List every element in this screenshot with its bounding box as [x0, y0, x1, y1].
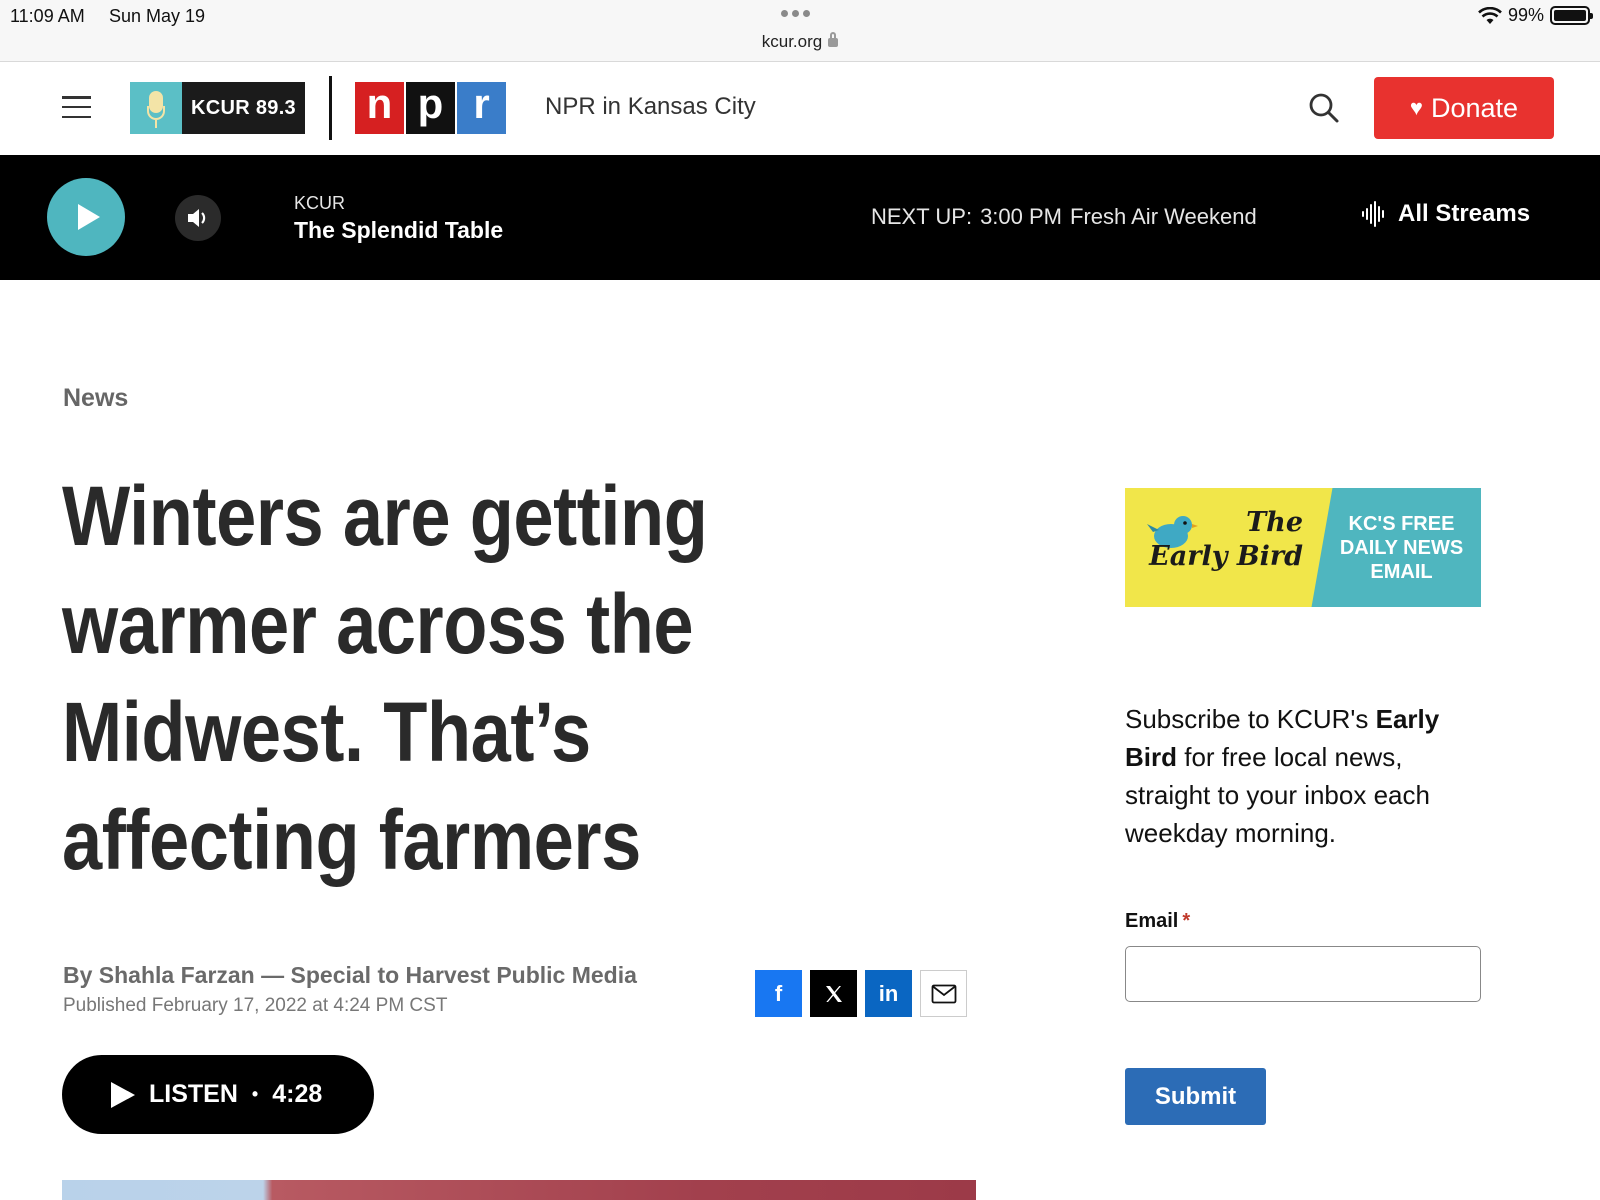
- now-playing-station: KCUR: [294, 193, 346, 213]
- email-label: Email *: [1125, 910, 1190, 933]
- station-logo-text: KCUR 89.3: [182, 82, 305, 134]
- next-up-label: NEXT UP:: [871, 204, 973, 229]
- linkedin-glyph: in: [878, 980, 899, 1006]
- multitasking-dots-icon[interactable]: [781, 10, 810, 17]
- donate-label: Donate: [1430, 92, 1519, 123]
- status-bar: 11:09 AM Sun May 19 kcur.org 99%: [0, 0, 1600, 62]
- npr-letter-p: p: [406, 82, 455, 134]
- kcur-logo[interactable]: KCUR 89.3: [130, 82, 305, 134]
- play-icon: [111, 1081, 135, 1108]
- promo-title-line2: Early Bird: [1149, 541, 1303, 572]
- battery-percent: 99%: [1507, 5, 1544, 25]
- early-bird-promo-banner[interactable]: The Early Bird KC'S FREE DAILY NEWS EMAI…: [1125, 488, 1481, 607]
- site-header: KCUR 89.3 n p r NPR in Kansas City ♥ Don…: [0, 62, 1600, 155]
- npr-letter-r: r: [457, 82, 506, 134]
- required-marker: *: [1182, 910, 1191, 932]
- lock-icon: [828, 32, 839, 47]
- promo-tagline-line3: EMAIL: [1370, 560, 1433, 583]
- status-indicators: 99%: [1478, 5, 1593, 26]
- wifi-icon: [1478, 6, 1502, 24]
- battery-fill: [1554, 10, 1586, 21]
- published-date: Published February 17, 2022 at 4:24 PM C…: [63, 995, 448, 1016]
- battery-icon: [1550, 6, 1593, 25]
- email-label-text: Email: [1125, 910, 1179, 932]
- email-icon[interactable]: [920, 970, 967, 1017]
- volume-icon[interactable]: [175, 195, 221, 241]
- station-tagline: NPR in Kansas City: [545, 93, 756, 120]
- status-time: 11:09 AM: [10, 6, 85, 26]
- linkedin-icon[interactable]: in: [865, 970, 912, 1017]
- all-streams-label: All Streams: [1398, 200, 1531, 227]
- promo-title: The Early Bird: [1143, 506, 1303, 574]
- status-date: Sun May 19: [109, 6, 206, 26]
- subscribe-text-pre: Subscribe to KCUR's: [1125, 704, 1376, 734]
- byline-affiliation: — Special to Harvest Public Media: [261, 962, 637, 988]
- audio-wave-icon: [1362, 201, 1384, 227]
- live-player-bar: KCUR The Splendid Table NEXT UP: 3:00 PM F…: [0, 155, 1600, 280]
- search-icon[interactable]: [1306, 90, 1342, 126]
- category-link[interactable]: News: [63, 384, 128, 413]
- promo-tagline: KC'S FREE DAILY NEWS EMAIL: [1310, 488, 1481, 607]
- promo-title-line1: The: [1246, 507, 1303, 538]
- article-headline: Winters are getting warmer across the Mi…: [62, 469, 708, 887]
- address-bar[interactable]: kcur.org: [0, 32, 1600, 52]
- listen-duration: 4:28: [272, 1080, 323, 1108]
- promo-tagline-line2: DAILY NEWS: [1339, 536, 1464, 559]
- promo-tagline-line1: KC'S FREE: [1348, 512, 1455, 535]
- now-playing-show[interactable]: The Splendid Table: [294, 217, 503, 244]
- donate-button[interactable]: ♥ Donate: [1374, 77, 1554, 139]
- x-icon[interactable]: [810, 970, 857, 1017]
- play-icon[interactable]: [47, 178, 125, 256]
- submit-button[interactable]: Submit: [1125, 1068, 1266, 1125]
- byline-prefix: By: [63, 962, 93, 988]
- facebook-icon[interactable]: f: [755, 970, 802, 1017]
- share-buttons: f in: [755, 970, 967, 1017]
- author-link[interactable]: Shahla Farzan: [99, 962, 255, 988]
- email-field[interactable]: [1125, 946, 1481, 1002]
- npr-letter-n: n: [355, 82, 404, 134]
- all-streams-button[interactable]: All Streams: [1360, 200, 1530, 228]
- promo-logo-panel: The Early Bird: [1125, 488, 1333, 607]
- next-up-info: NEXT UP: 3:00 PM Fresh Air Weekend: [871, 204, 1257, 230]
- facebook-glyph: f: [774, 980, 783, 1006]
- logo-divider: [329, 76, 332, 140]
- heart-icon: ♥: [1409, 95, 1423, 120]
- npr-logo[interactable]: n p r: [355, 82, 506, 134]
- subscribe-description: Subscribe to KCUR's Early Bird for free …: [1125, 700, 1485, 852]
- hero-image: [62, 1180, 976, 1200]
- byline: By Shahla Farzan — Special to Harvest Pu…: [63, 962, 637, 989]
- listen-label: LISTEN: [149, 1080, 238, 1108]
- listen-separator: •: [251, 1084, 259, 1104]
- menu-icon[interactable]: [62, 96, 91, 118]
- microphone-icon: [130, 82, 182, 134]
- next-up-show: Fresh Air Weekend: [1070, 204, 1257, 229]
- next-up-time: 3:00 PM: [980, 204, 1062, 229]
- url-text: kcur.org: [761, 32, 823, 51]
- listen-button[interactable]: LISTEN • 4:28: [62, 1055, 374, 1134]
